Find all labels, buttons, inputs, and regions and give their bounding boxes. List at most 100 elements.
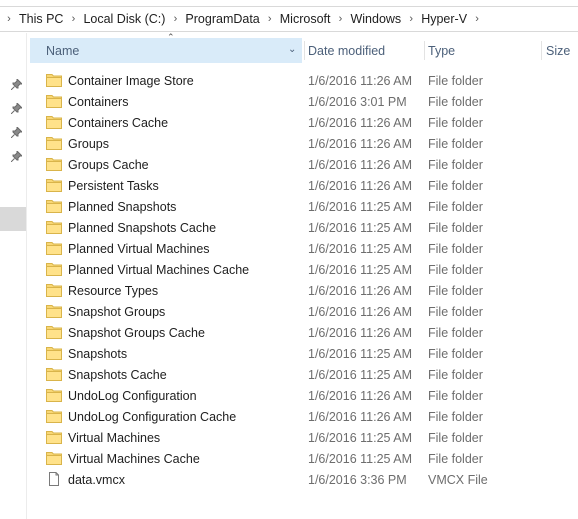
file-date-modified: 1/6/2016 11:26 AM	[308, 157, 413, 172]
file-type: File folder	[428, 367, 483, 382]
file-type: File folder	[428, 346, 483, 361]
breadcrumb-microsoft[interactable]: Microsoft	[277, 12, 334, 26]
file-name: Snapshots Cache	[68, 367, 167, 382]
column-header-size[interactable]: Size	[545, 38, 578, 63]
file-date-modified: 1/6/2016 11:25 AM	[308, 367, 413, 382]
column-header-name[interactable]: ⌃ Name ⌄	[30, 32, 302, 63]
chevron-right-icon[interactable]: ›	[2, 13, 16, 25]
nav-selected-item[interactable]	[0, 207, 26, 231]
file-row[interactable]: Groups 1/6/2016 11:26 AM File folder	[30, 133, 578, 154]
file-row[interactable]: Planned Virtual Machines 1/6/2016 11:25 A…	[30, 238, 578, 259]
file-date-modified: 1/6/2016 11:25 AM	[308, 199, 413, 214]
folder-icon	[46, 325, 62, 339]
folder-icon	[46, 157, 62, 171]
chevron-right-icon[interactable]: ›	[263, 13, 277, 25]
file-name: Virtual Machines	[68, 430, 161, 445]
folder-icon	[46, 451, 62, 465]
chevron-down-icon[interactable]: ⌄	[288, 44, 296, 55]
file-name: Container Image Store	[68, 73, 194, 88]
file-row[interactable]: Virtual Machines Cache 1/6/2016 11:25 AM F…	[30, 448, 578, 469]
pin-icon[interactable]	[10, 126, 22, 138]
file-name: Planned Virtual Machines	[68, 241, 210, 256]
breadcrumb-hyper-v[interactable]: Hyper-V	[418, 12, 470, 26]
file-row[interactable]: Snapshot Groups Cache 1/6/2016 11:26 AM Fi…	[30, 322, 578, 343]
file-type: File folder	[428, 94, 483, 109]
folder-icon	[46, 220, 62, 234]
file-date-modified: 1/6/2016 11:26 AM	[308, 304, 413, 319]
pin-icon[interactable]	[10, 78, 22, 90]
pin-icon[interactable]	[10, 150, 22, 162]
column-header-type[interactable]: Type	[427, 38, 541, 63]
folder-icon	[46, 430, 62, 444]
file-type: File folder	[428, 430, 483, 445]
file-name: Groups Cache	[68, 157, 149, 172]
column-header-date-modified[interactable]: Date modified	[307, 38, 425, 63]
file-name: Virtual Machines Cache	[68, 451, 200, 466]
file-name: Snapshots	[68, 346, 128, 361]
file-row[interactable]: Groups Cache 1/6/2016 11:26 AM File folder	[30, 154, 578, 175]
file-row[interactable]: Snapshots Cache 1/6/2016 11:25 AM File fol…	[30, 364, 578, 385]
chevron-right-icon[interactable]: ›	[470, 13, 484, 25]
file-type: File folder	[428, 220, 483, 235]
file-row[interactable]: Container Image Store 1/6/2016 11:26 AM Fi…	[30, 70, 578, 91]
file-row[interactable]: Persistent Tasks 1/6/2016 11:26 AM File fo…	[30, 175, 578, 196]
file-row[interactable]: Planned Snapshots 1/6/2016 11:25 AM File f…	[30, 196, 578, 217]
column-divider[interactable]	[304, 41, 305, 60]
file-type: File folder	[428, 409, 483, 424]
file-row[interactable]: Resource Types 1/6/2016 11:26 AM File fold…	[30, 280, 578, 301]
file-date-modified: 1/6/2016 3:36 PM	[308, 472, 407, 487]
file-row[interactable]: UndoLog Configuration Cache 1/6/2016 11:2…	[30, 406, 578, 427]
navigation-pane	[0, 33, 27, 519]
file-name: Containers Cache	[68, 115, 169, 130]
file-type: File folder	[428, 115, 483, 130]
chevron-right-icon[interactable]: ›	[168, 13, 182, 25]
file-row[interactable]: Containers Cache 1/6/2016 11:26 AM File fo…	[30, 112, 578, 133]
file-name: Persistent Tasks	[68, 178, 159, 193]
file-type: File folder	[428, 262, 483, 277]
file-row[interactable]: Planned Virtual Machines Cache 1/6/2016 1…	[30, 259, 578, 280]
file-date-modified: 1/6/2016 11:26 AM	[308, 283, 413, 298]
file-date-modified: 1/6/2016 11:25 AM	[308, 262, 413, 277]
folder-icon	[46, 388, 62, 402]
folder-icon	[46, 178, 62, 192]
breadcrumb-programdata[interactable]: ProgramData	[182, 12, 262, 26]
breadcrumb-local-disk[interactable]: Local Disk (C:)	[80, 12, 168, 26]
file-date-modified: 1/6/2016 11:26 AM	[308, 388, 413, 403]
file-date-modified: 1/6/2016 11:26 AM	[308, 325, 413, 340]
file-type: File folder	[428, 451, 483, 466]
folder-icon	[46, 73, 62, 87]
file-name: Resource Types	[68, 283, 159, 298]
breadcrumb-windows[interactable]: Windows	[347, 12, 404, 26]
chevron-right-icon[interactable]: ›	[404, 13, 418, 25]
chevron-right-icon[interactable]: ›	[333, 13, 347, 25]
file-date-modified: 1/6/2016 11:25 AM	[308, 451, 413, 466]
file-row[interactable]: Containers 1/6/2016 3:01 PM File folder	[30, 91, 578, 112]
folder-icon	[46, 136, 62, 150]
file-row[interactable]: Planned Snapshots Cache 1/6/2016 11:25 AM…	[30, 217, 578, 238]
file-name: Planned Virtual Machines Cache	[68, 262, 250, 277]
file-date-modified: 1/6/2016 11:25 AM	[308, 346, 413, 361]
column-divider[interactable]	[424, 41, 425, 60]
breadcrumb-this-pc[interactable]: This PC	[16, 12, 66, 26]
file-date-modified: 1/6/2016 11:26 AM	[308, 178, 413, 193]
folder-icon	[46, 115, 62, 129]
pin-icon[interactable]	[10, 102, 22, 114]
file-date-modified: 1/6/2016 11:25 AM	[308, 220, 413, 235]
column-divider[interactable]	[541, 41, 542, 60]
file-name: Groups	[68, 136, 109, 151]
file-type: File folder	[428, 73, 483, 88]
sort-ascending-icon: ⌃	[167, 32, 175, 42]
folder-icon	[46, 94, 62, 108]
file-row[interactable]: data.vmcx 1/6/2016 3:36 PM VMCX File	[30, 469, 578, 490]
file-row[interactable]: UndoLog Configuration 1/6/2016 11:26 AM Fi…	[30, 385, 578, 406]
file-row[interactable]: Virtual Machines 1/6/2016 11:25 AM File fo…	[30, 427, 578, 448]
breadcrumb: › This PC › Local Disk (C:) › ProgramDat…	[0, 6, 578, 32]
file-date-modified: 1/6/2016 11:25 AM	[308, 430, 413, 445]
column-header-date-label: Date modified	[308, 43, 386, 58]
chevron-right-icon[interactable]: ›	[66, 13, 80, 25]
file-row[interactable]: Snapshot Groups 1/6/2016 11:26 AM File fol…	[30, 301, 578, 322]
file-row[interactable]: Snapshots 1/6/2016 11:25 AM File folder	[30, 343, 578, 364]
column-headers: ⌃ Name ⌄ Date modified Type Size	[30, 32, 578, 63]
file-name: UndoLog Configuration Cache	[68, 409, 237, 424]
file-type: File folder	[428, 157, 483, 172]
